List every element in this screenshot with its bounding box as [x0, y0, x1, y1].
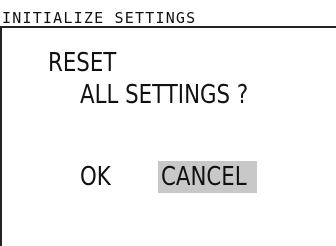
screen-title: INITIALIZE SETTINGS [2, 9, 197, 27]
cancel-button-label: CANCEL [161, 162, 247, 192]
initialize-settings-screen: INITIALIZE SETTINGS RESET ALL SETTINGS ?… [0, 0, 336, 246]
cancel-button[interactable]: CANCEL [158, 161, 257, 193]
confirm-message-line1: RESET [48, 48, 117, 78]
title-bar: INITIALIZE SETTINGS [0, 10, 336, 28]
ok-button-label: OK [80, 162, 111, 192]
frame-left-border [0, 28, 2, 246]
ok-button[interactable]: OK [80, 161, 124, 193]
confirm-message-line2: ALL SETTINGS ? [80, 80, 249, 110]
